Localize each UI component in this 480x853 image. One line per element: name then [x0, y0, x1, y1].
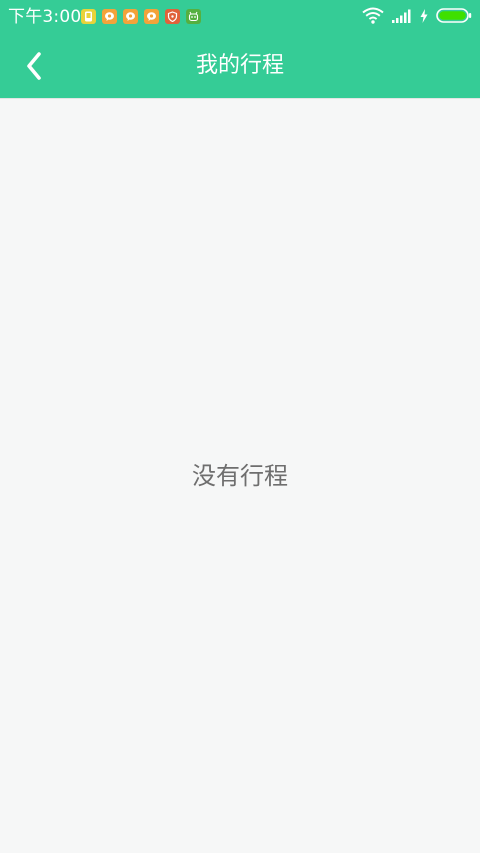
chat-notif-icon — [102, 9, 117, 24]
status-right — [362, 7, 472, 27]
wifi-icon — [362, 7, 384, 28]
page-title: 我的行程 — [195, 53, 284, 78]
phone-notif-icon — [81, 9, 96, 24]
chat-notif-icon — [144, 9, 159, 24]
shield-notif-icon — [165, 9, 180, 24]
signal-icon — [392, 8, 412, 27]
trips-screen: 下午3:00 我的行程 没有行程 — [0, 0, 480, 853]
status-time: 下午3:00 — [8, 7, 82, 27]
robot-notif-icon — [186, 9, 201, 24]
app-bar-divider — [0, 98, 480, 99]
notification-icons — [81, 9, 201, 24]
empty-state-message: 没有行程 — [192, 462, 288, 490]
chat-notif-icon — [123, 9, 138, 24]
app-bar: 我的行程 — [0, 33, 480, 98]
charging-icon — [420, 8, 428, 27]
status-bar: 下午3:00 — [0, 0, 480, 33]
battery-icon — [436, 7, 472, 27]
chevron-left-icon — [27, 52, 41, 80]
back-button[interactable] — [14, 47, 54, 85]
